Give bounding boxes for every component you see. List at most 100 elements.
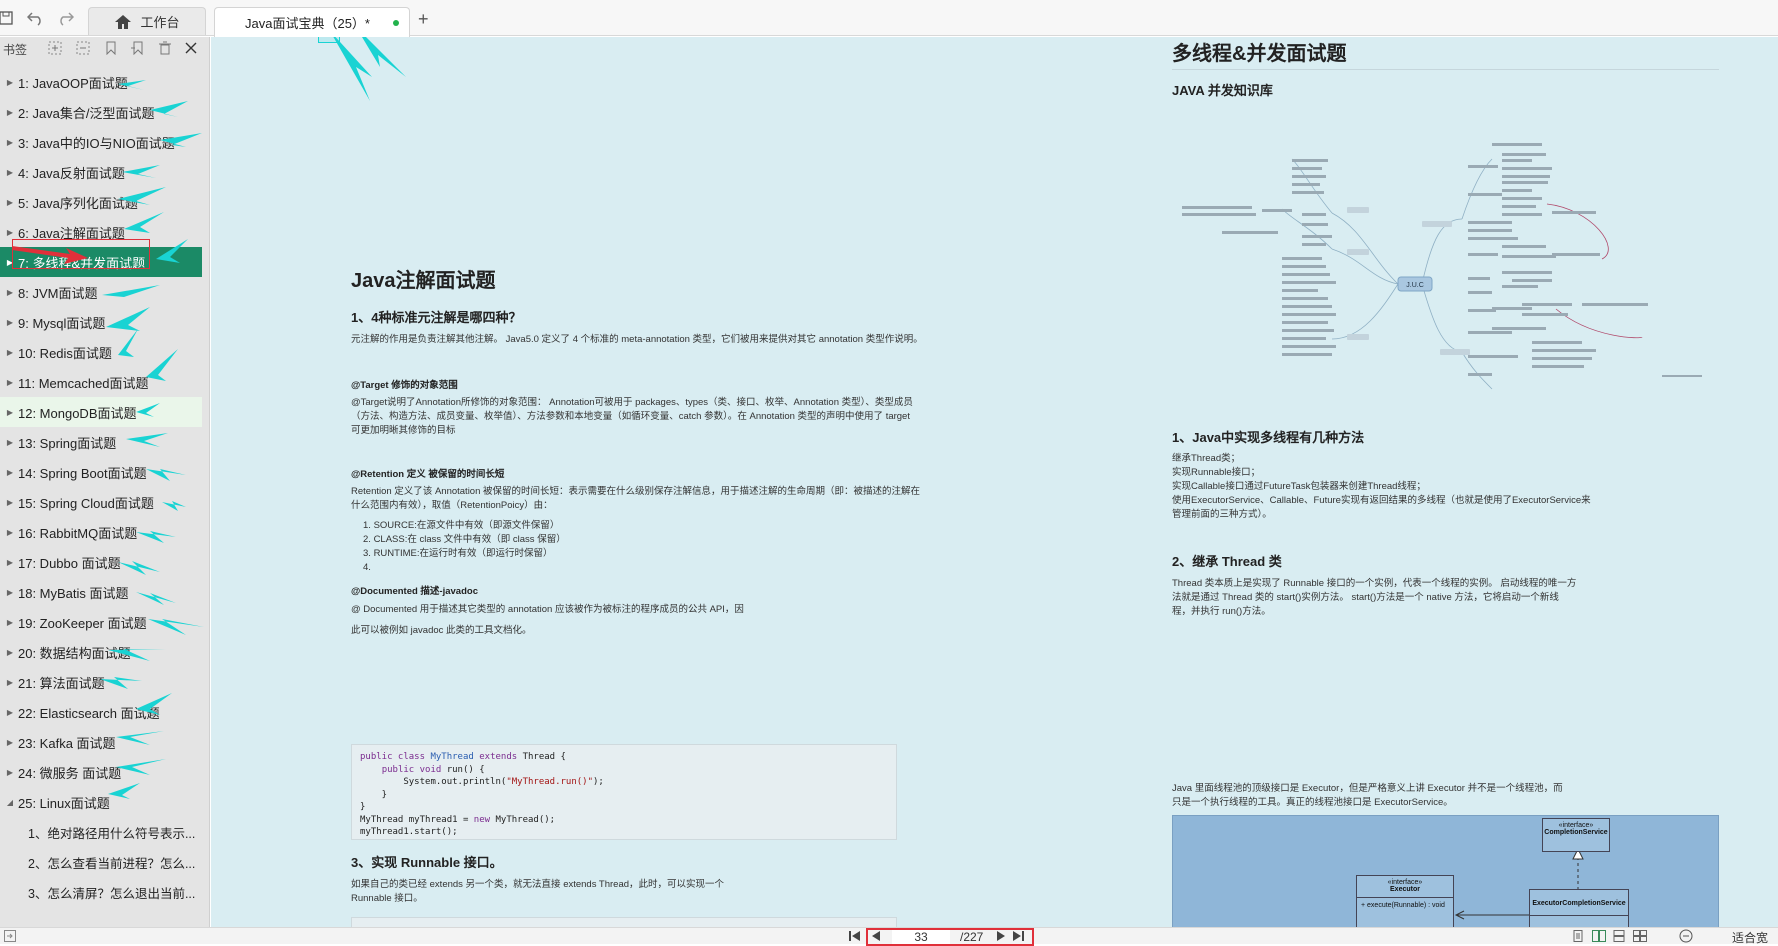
sidebar-item-memcached[interactable]: ▶ 11: Memcached面试题 — [0, 367, 202, 397]
undo-icon[interactable] — [26, 8, 46, 28]
sidebar-item-label: 15: Spring Cloud面试题 — [18, 495, 154, 511]
sidebar-item-label: 2: Java集合/泛型面试题 — [18, 105, 155, 121]
zoom-level[interactable]: 适合宽 — [1732, 929, 1768, 946]
next-page-icon[interactable] — [995, 930, 1007, 945]
sidebar-item-label: 11: Memcached面试题 — [18, 375, 149, 391]
bookmark-list: ▶ 1: JavaOOP面试题 ▶ 2: Java集合/泛型面试题 ▶ 3: Java… — [0, 67, 202, 907]
uml-executor: «interface» Executor + execute(Runnable)… — [1356, 875, 1454, 927]
sidebar-item-label: 18: MyBatis 面试题 — [18, 585, 129, 601]
uml-class-name: Executor — [1390, 886, 1420, 893]
paragraph: （方法、构造方法、成员变量、枚举值）、方法参数和本地变量（如循环变量、catch… — [351, 411, 910, 422]
code-block: public class MyThread extends Thread { p… — [351, 744, 897, 840]
two-page-view-icon[interactable] — [1592, 930, 1606, 945]
page-title: Java注解面试题 — [351, 270, 496, 292]
bookmark-child-icon[interactable] — [131, 41, 147, 57]
subheading: @Target 修饰的对象范围 — [351, 380, 458, 391]
status-bar: 33 /227 适合宽 — [0, 927, 1778, 946]
sidebar-title: 书签 — [3, 42, 28, 57]
sidebar-item-rabbitmq[interactable]: ▶ 16: RabbitMQ面试题 — [0, 517, 202, 547]
last-page-icon[interactable] — [1011, 930, 1025, 945]
highlight-box — [318, 37, 340, 43]
first-page-icon[interactable] — [848, 930, 862, 945]
zoom-out-icon[interactable] — [1679, 929, 1693, 946]
add-bookmark-icon[interactable] — [104, 41, 120, 57]
sidebar-item-label: 25: Linux面试题 — [18, 795, 110, 811]
document-viewer[interactable]: Java注解面试题 1、4种标准元注解是哪四种？ 元注解的作用是负责注解其他注解… — [211, 37, 1778, 927]
paragraph: @Target说明了Annotation所修饰的对象范围： Annotation… — [351, 397, 913, 408]
uml-stereotype: «interface» — [1387, 879, 1423, 886]
sidebar-item-mybatis[interactable]: ▶ 18: MyBatis 面试题 — [0, 577, 202, 607]
book-view-icon[interactable] — [1633, 930, 1647, 945]
paragraph: 法就是通过 Thread 类的 start()实例方法。 start()方法是一… — [1172, 592, 1559, 603]
sidebar-item-spring-boot[interactable]: ▶ 14: Spring Boot面试题 — [0, 457, 202, 487]
sidebar-item-label: 12: MongoDB面试题 — [18, 405, 137, 421]
paragraph: Java 里面线程池的顶级接口是 Executor，但是严格意义上讲 Execu… — [1172, 783, 1563, 794]
sidebar-item-label: 9: Mysql面试题 — [18, 315, 106, 331]
prev-page-icon[interactable] — [870, 930, 882, 945]
sidebar-item-dubbo[interactable]: ▶ 17: Dubbo 面试题 — [0, 547, 202, 577]
sidebar-item-linux[interactable]: ◢ 25: Linux面试题 — [0, 787, 202, 817]
sidebar-subitem[interactable]: 1、绝对路径用什么符号表示... — [0, 817, 202, 847]
sidebar-item-label: 3: Java中的IO与NIO面试题 — [18, 135, 175, 151]
mind-map-center: J.U.C — [1406, 282, 1424, 289]
unsaved-dot-icon — [393, 20, 399, 26]
sidebar-subitem[interactable]: 2、怎么查看当前进程？怎么... — [0, 847, 202, 877]
uml-class-name: ExecutorCompletionService — [1532, 900, 1626, 907]
sidebar-item-zookeeper[interactable]: ▶ 19: ZooKeeper 面试题 — [0, 607, 202, 637]
sidebar-item-label: 1: JavaOOP面试题 — [18, 75, 128, 91]
paragraph: @ Documented 用于描述其它类型的 annotation 应该被作为被… — [351, 604, 744, 615]
title-bar: 工作台 Java面试宝典（25）* + — [0, 0, 1778, 37]
page-input[interactable]: 33 — [892, 930, 950, 944]
sidebar-item-label: 23: Kafka 面试题 — [18, 735, 116, 751]
continuous-view-icon[interactable] — [1613, 930, 1625, 945]
page-title: 多线程&并发面试题 — [1172, 43, 1347, 65]
single-page-view-icon[interactable] — [1572, 930, 1584, 945]
sidebar-item-label: 14: Spring Boot面试题 — [18, 465, 147, 481]
add-tab-button[interactable]: + — [418, 9, 429, 30]
sidebar-item-io-nio[interactable]: ▶ 3: Java中的IO与NIO面试题 — [0, 127, 202, 157]
paragraph: 元注解的作用是负责注解其他注解。 Java5.0 定义了 4 个标准的 meta… — [351, 334, 923, 345]
sidebar-item-spring-cloud[interactable]: ▶ 15: Spring Cloud面试题 — [0, 487, 202, 517]
paragraph: 什么范围内有效），取值（RetentionPoicy）由： — [351, 500, 553, 511]
sidebar-item-elasticsearch[interactable]: ▶ 22: Elasticsearch 面试题 — [0, 697, 202, 727]
sidebar-item-spring[interactable]: ▶ 13: Spring面试题 — [0, 427, 202, 457]
sidebar-item-kafka[interactable]: ▶ 23: Kafka 面试题 — [0, 727, 202, 757]
close-icon[interactable] — [184, 41, 200, 57]
sidebar-item-label: 17: Dubbo 面试题 — [18, 555, 121, 571]
save-icon[interactable] — [0, 8, 16, 28]
sidebar-item-javaoop[interactable]: ▶ 1: JavaOOP面试题 — [0, 67, 202, 97]
delete-bookmark-icon[interactable] — [158, 41, 174, 57]
paragraph: 程，并执行 run()方法。 — [1172, 606, 1271, 617]
juc-mind-map: J.U.C — [1182, 143, 1702, 390]
paragraph: 实现Runnable接口； — [1172, 467, 1261, 478]
paragraph: 只是一个执行线程的工具。真正的线程池接口是 ExecutorService。 — [1172, 797, 1453, 808]
sidebar-item-reflection[interactable]: ▶ 4: Java反射面试题 — [0, 157, 202, 187]
paragraph: Retention 定义了该 Annotation 被保留的时间长短：表示需要在… — [351, 486, 921, 497]
redo-icon[interactable] — [55, 8, 75, 28]
sidebar-item-collections[interactable]: ▶ 2: Java集合/泛型面试题 — [0, 97, 202, 127]
sidebar-item-label: 22: Elasticsearch 面试题 — [18, 705, 160, 721]
expand-all-icon[interactable] — [48, 41, 64, 57]
paragraph: 可更加明晰其修饰的目标 — [351, 425, 456, 436]
sidebar-item-label: 16: RabbitMQ面试题 — [18, 525, 138, 541]
sidebar-item-label: 24: 微服务 面试题 — [18, 765, 122, 781]
sidebar-item-microservices[interactable]: ▶ 24: 微服务 面试题 — [0, 757, 202, 787]
sidebar-item-jvm[interactable]: ▶ 8: JVM面试题 — [0, 277, 202, 307]
sidebar-item-algorithms[interactable]: ▶ 21: 算法面试题 — [0, 667, 202, 697]
sidebar-item-mysql[interactable]: ▶ 9: Mysql面试题 — [0, 307, 202, 337]
sidebar-item-serialization[interactable]: ▶ 5: Java序列化面试题 — [0, 187, 202, 217]
tab-document-label: Java面试宝典（25）* — [245, 16, 370, 31]
paragraph: 管理前面的三种方式）。 — [1172, 509, 1272, 520]
sidebar-item-label: 5: Java序列化面试题 — [18, 195, 138, 211]
tab-workbench[interactable]: 工作台 — [88, 7, 206, 35]
sidebar-item-redis[interactable]: ▶ 10: Redis面试题 — [0, 337, 202, 367]
sidebar-subitem[interactable]: 3、怎么清屏？怎么退出当前... — [0, 877, 202, 907]
sidebar-item-label: 20: 数据结构面试题 — [18, 645, 131, 661]
sidebar-item-data-structures[interactable]: ▶ 20: 数据结构面试题 — [0, 637, 202, 667]
sidebar-toggle-icon[interactable] — [4, 930, 16, 945]
sidebar-header: 书签 — [0, 37, 209, 61]
tab-document[interactable]: Java面试宝典（25）* — [214, 7, 410, 37]
list-item: 1. SOURCE:在源文件中有效（即源文件保留） — [363, 520, 560, 531]
collapse-all-icon[interactable] — [76, 41, 92, 57]
sidebar-item-mongodb[interactable]: ▶ 12: MongoDB面试题 — [0, 397, 202, 427]
